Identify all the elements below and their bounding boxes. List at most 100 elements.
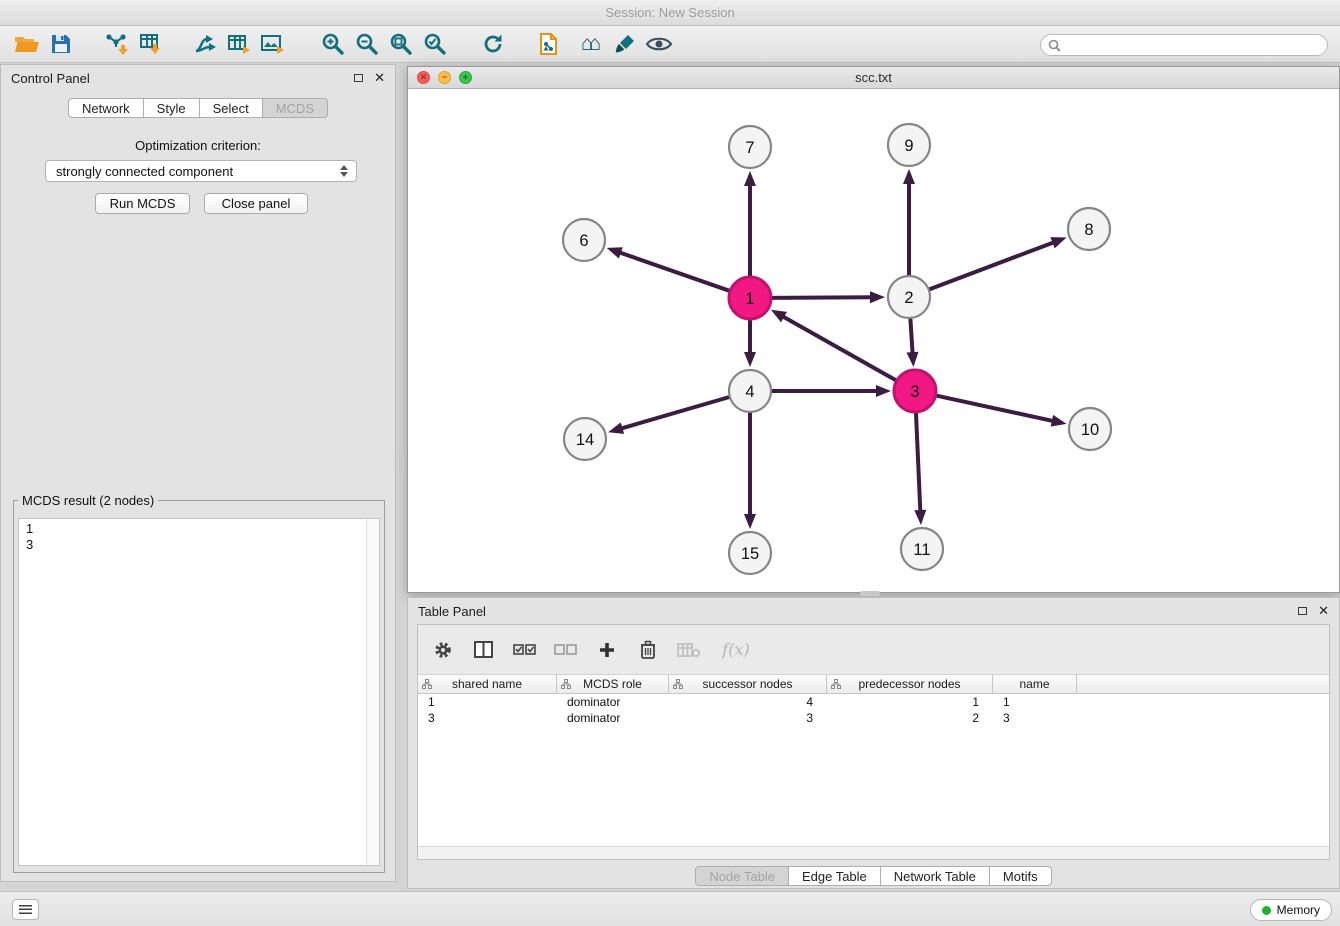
column-header-filler [1077, 675, 1329, 693]
graph-edge-arrowhead [744, 171, 756, 186]
graph-edge-3-10[interactable] [936, 395, 1054, 421]
save-session-button[interactable] [44, 29, 78, 59]
close-table-panel-icon[interactable]: ✕ [1318, 606, 1329, 616]
show-columns-button[interactable] [471, 637, 497, 663]
column-header-predecessor-nodes[interactable]: predecessor nodes [827, 675, 993, 693]
graph-node-label: 6 [579, 232, 588, 250]
table-row[interactable]: 3dominator323 [418, 710, 1329, 726]
mcds-result-legend: MCDS result (2 nodes) [18, 493, 158, 508]
column-header-successor-nodes[interactable]: successor nodes [669, 675, 827, 693]
zoom-window-icon[interactable]: + [459, 71, 472, 84]
table-row[interactable]: 1dominator411 [418, 694, 1329, 710]
graph-edge-arrowhead [870, 291, 885, 303]
column-header-mcds-role[interactable]: MCDS role [557, 675, 669, 693]
delete-columns-button[interactable] [635, 637, 661, 663]
vertical-splitter-handle[interactable] [399, 448, 404, 478]
zoom-fit-button[interactable] [384, 29, 418, 59]
unselect-all-columns-button[interactable] [553, 637, 579, 663]
criterion-dropdown[interactable]: strongly connected component [45, 160, 357, 182]
column-header-shared-name[interactable]: shared name [418, 675, 557, 693]
mcds-result-line: 3 [26, 537, 359, 553]
clone-network-button[interactable] [532, 29, 566, 59]
node-table-header: shared name MCDS role successor nodes pr… [418, 675, 1329, 694]
function-builder-button[interactable]: f(x) [717, 637, 755, 663]
tab-edge-table[interactable]: Edge Table [789, 866, 881, 886]
export-image-button[interactable] [256, 29, 290, 59]
float-panel-icon[interactable] [354, 74, 363, 82]
column-header-name[interactable]: name [993, 675, 1077, 693]
graph-edge-arrowhead [1050, 237, 1066, 248]
show-hide-button[interactable] [642, 29, 676, 59]
graph-edge-3-11[interactable] [916, 412, 920, 512]
table-mode-button[interactable] [430, 637, 456, 663]
zoom-in-icon [321, 32, 345, 56]
memory-status-dot [1262, 906, 1271, 915]
import-table-button[interactable] [134, 29, 168, 59]
memory-button[interactable]: Memory [1250, 899, 1332, 921]
zoom-in-button[interactable] [316, 29, 350, 59]
minimize-window-icon[interactable]: − [438, 71, 451, 84]
refresh-icon [481, 32, 505, 56]
search-input[interactable] [1066, 37, 1327, 53]
apply-style-button[interactable] [608, 29, 642, 59]
zoom-fit-icon [389, 32, 413, 56]
control-panel: Control Panel ✕ NetworkStyleSelectMCDS O… [0, 64, 396, 882]
horizontal-splitter-handle[interactable] [860, 591, 880, 596]
list-icon [19, 905, 32, 914]
refresh-view-button[interactable] [476, 29, 510, 59]
graph-edge-4-14[interactable] [621, 397, 730, 429]
graph-edge-2-8[interactable] [929, 242, 1055, 290]
tab-style[interactable]: Style [144, 98, 200, 118]
table-cell: 1 [993, 695, 1077, 709]
graph-edge-2-3[interactable] [910, 318, 912, 354]
tab-select[interactable]: Select [200, 98, 263, 118]
table-panel-tabs: Node TableEdge TableNetwork TableMotifs [408, 866, 1339, 886]
graph-edge-1-2[interactable] [771, 297, 872, 298]
table-panel-header: Table Panel ✕ [408, 598, 1339, 624]
table-cell: 3 [669, 711, 827, 725]
home-views-button[interactable]: ⌂⌂ [574, 29, 608, 59]
zoom-selected-button[interactable] [418, 29, 452, 59]
table-cell: 3 [993, 711, 1077, 725]
export-table-button[interactable] [222, 29, 256, 59]
share-network-button[interactable] [188, 29, 222, 59]
delete-table-button[interactable] [676, 637, 702, 663]
tab-node-table[interactable]: Node Table [695, 866, 789, 886]
result-scrollbar[interactable] [366, 519, 379, 865]
delete-table-icon [677, 642, 701, 658]
tab-motifs[interactable]: Motifs [990, 866, 1052, 886]
mcds-result-list[interactable]: 13 [18, 518, 380, 866]
graph-edge-1-6[interactable] [619, 252, 730, 291]
run-mcds-button[interactable]: Run MCDS [95, 193, 190, 214]
graph-node-label: 15 [741, 545, 759, 563]
close-panel-button[interactable]: Close panel [204, 193, 308, 214]
main-toolbar: ⌂⌂ [0, 26, 1340, 63]
import-network-button[interactable] [100, 29, 134, 59]
zoom-out-button[interactable] [350, 29, 384, 59]
import-table-icon [139, 33, 163, 55]
gear-icon [433, 640, 453, 660]
float-table-panel-icon[interactable] [1298, 607, 1307, 615]
table-cell: dominator [557, 695, 669, 709]
graph-edge-arrowhead [608, 422, 624, 434]
close-panel-icon[interactable]: ✕ [374, 73, 385, 83]
floppy-icon [51, 34, 71, 54]
network-canvas[interactable]: 7968124314101511 [408, 89, 1339, 592]
select-all-columns-button[interactable] [512, 637, 538, 663]
close-window-icon[interactable]: ✕ [417, 71, 430, 84]
task-history-button[interactable] [12, 899, 39, 920]
table-cell: 1 [827, 695, 993, 709]
add-column-button[interactable] [594, 637, 620, 663]
tab-mcds[interactable]: MCDS [263, 98, 328, 118]
network-graph: 7968124314101511 [408, 89, 1339, 592]
tab-network[interactable]: Network [68, 98, 144, 118]
tab-network-table[interactable]: Network Table [881, 866, 990, 886]
checked-boxes-icon [513, 643, 537, 657]
attribute-icon [561, 679, 571, 689]
table-cell: 3 [418, 711, 557, 725]
graph-edge-3-1[interactable] [782, 316, 896, 381]
open-session-button[interactable] [10, 29, 44, 59]
fx-icon: f(x) [722, 640, 749, 659]
table-hscrollbar[interactable] [418, 846, 1329, 859]
network-window-titlebar[interactable]: ✕ − + scc.txt [408, 67, 1339, 89]
